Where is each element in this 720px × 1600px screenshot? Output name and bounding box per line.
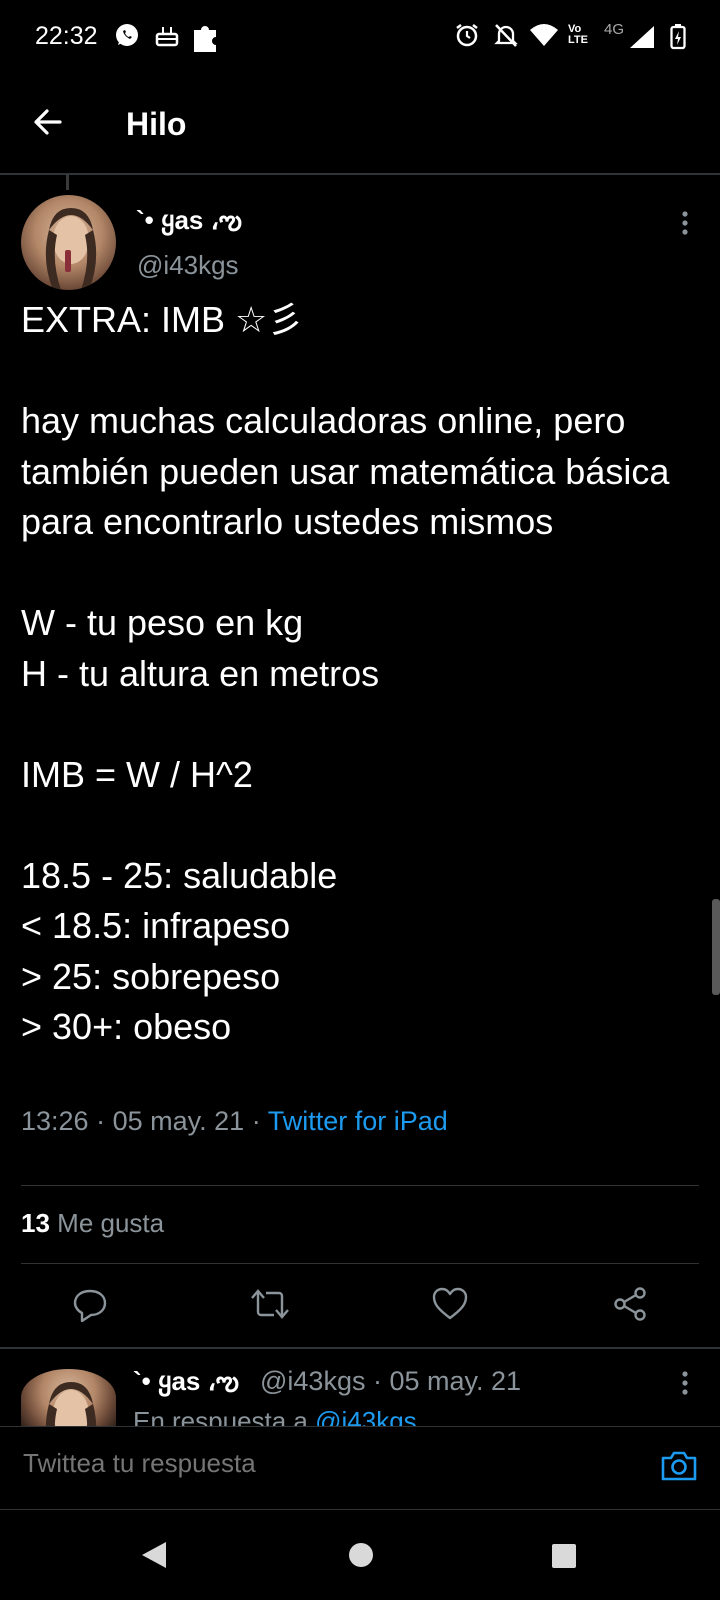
arrow-left-icon: [34, 109, 62, 135]
scrollbar[interactable]: [712, 899, 720, 995]
page-title: Hilo: [126, 106, 187, 142]
tweet-date: 05 may. 21: [112, 1106, 245, 1136]
network-label: 4G: [604, 21, 625, 38]
tweet-source-link[interactable]: Twitter for iPad: [268, 1106, 448, 1136]
like-button[interactable]: [432, 1286, 468, 1327]
reply-author-name[interactable]: `• ყas ،ఌ: [133, 1366, 239, 1403]
battery-charging-icon: [670, 24, 686, 55]
avatar-image: [45, 208, 97, 290]
triangle-back-icon: [142, 1542, 166, 1568]
meta-separator: ·: [251, 1106, 261, 1136]
avatar[interactable]: [21, 195, 116, 290]
camera-button[interactable]: [660, 1449, 698, 1488]
camera-icon: [661, 1451, 697, 1481]
square-recents-icon: [552, 1544, 576, 1568]
reply-icon: [73, 1289, 107, 1323]
cake-icon: [154, 22, 180, 53]
reply-button[interactable]: [72, 1286, 108, 1327]
nav-recents-button[interactable]: [551, 1543, 577, 1574]
status-bar: 22:32 Vo LTE 4G: [0, 0, 720, 78]
more-vertical-icon: [682, 1371, 688, 1395]
share-icon: [614, 1287, 646, 1321]
nav-home-button[interactable]: [348, 1542, 374, 1573]
alarm-icon: [454, 22, 480, 53]
reply-avatar[interactable]: [21, 1369, 116, 1426]
reply-more-options-button[interactable]: [680, 1370, 690, 1403]
like-icon: [432, 1287, 468, 1320]
puzzle-icon: [192, 22, 220, 57]
author-name[interactable]: `• ყas ،ఌ: [136, 205, 242, 242]
share-button[interactable]: [612, 1286, 648, 1327]
reply-handle-date: @i43kgs · 05 may. 21: [260, 1366, 522, 1396]
signal-icon: [630, 26, 654, 53]
top-app-bar: Hilo: [0, 78, 720, 175]
meta-separator: ·: [96, 1106, 106, 1136]
circle-home-icon: [349, 1543, 373, 1567]
reply-composer: [0, 1426, 720, 1510]
back-button[interactable]: [30, 104, 66, 145]
retweet-icon: [251, 1289, 289, 1319]
wifi-icon: [530, 24, 558, 51]
tweet-meta: 13:26 · 05 may. 21 · Twitter for iPad: [21, 1106, 448, 1137]
likes-count: 13: [21, 1208, 50, 1238]
tweet-text: EXTRA: IMB ☆彡 hay muchas calculadoras on…: [21, 299, 670, 1047]
author-handle[interactable]: @i43kgs: [137, 250, 239, 281]
reply-input[interactable]: [21, 1447, 625, 1480]
likes-summary[interactable]: 13 Me gusta: [21, 1208, 164, 1239]
divider: [0, 1347, 720, 1349]
tweet-time: 13:26: [21, 1106, 89, 1136]
divider: [21, 1185, 699, 1186]
volte-label: Vo LTE: [568, 23, 588, 46]
avatar-image: [45, 1382, 97, 1426]
likes-label: Me gusta: [57, 1208, 165, 1238]
bell-off-icon: [494, 22, 518, 53]
more-options-button[interactable]: [680, 210, 690, 243]
divider: [21, 1263, 699, 1264]
whatsapp-icon: [114, 22, 140, 53]
nav-back-button[interactable]: [140, 1540, 168, 1575]
thread-connector-line: [66, 174, 69, 190]
system-nav-bar: [0, 1510, 720, 1600]
more-vertical-icon: [682, 211, 688, 235]
retweet-button[interactable]: [250, 1286, 290, 1327]
status-time: 22:32: [35, 22, 98, 50]
